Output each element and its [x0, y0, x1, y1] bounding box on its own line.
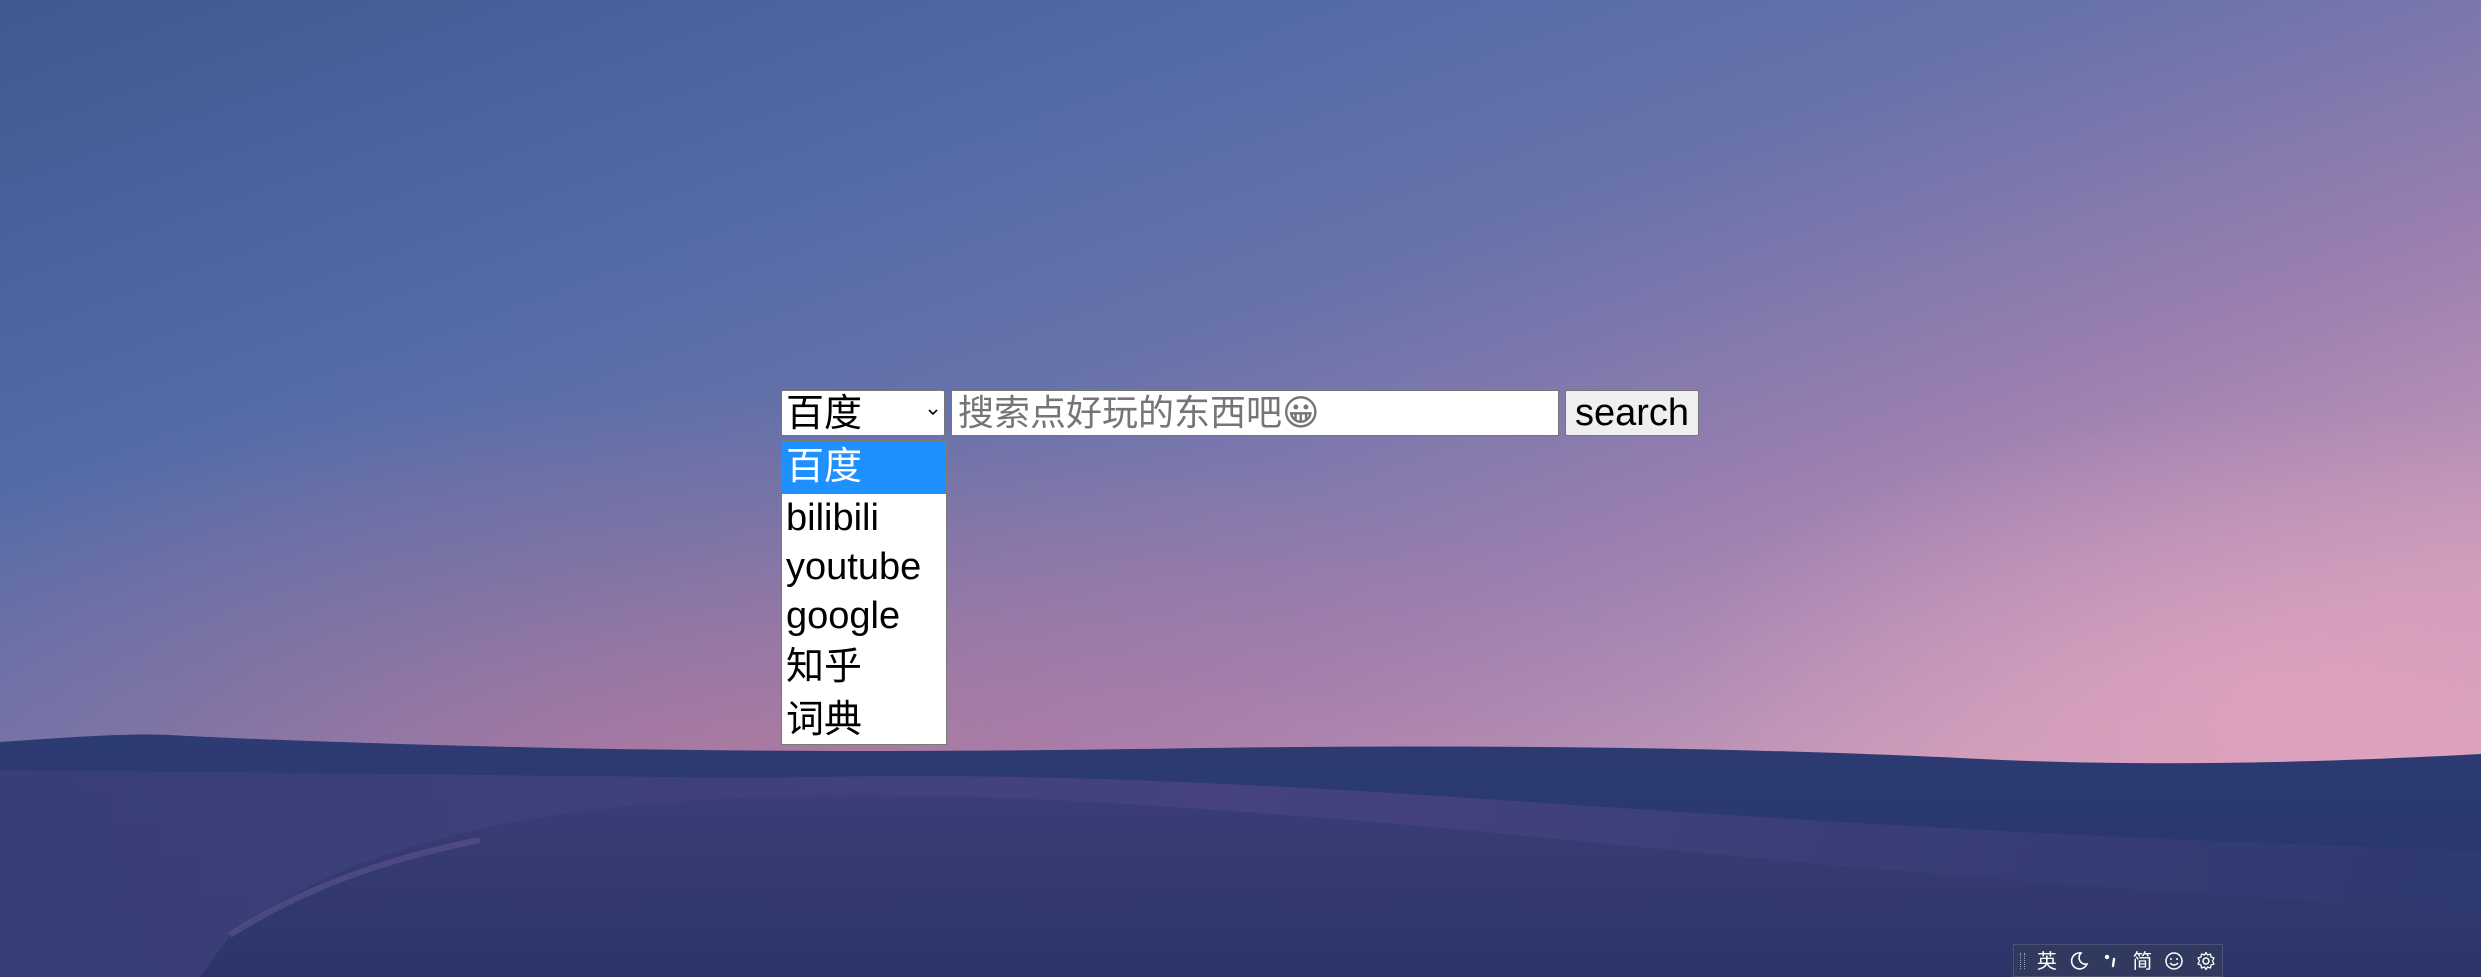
engine-option-bilibili[interactable]: bilibili — [782, 494, 946, 543]
settings-icon[interactable] — [2190, 945, 2222, 976]
selected-engine-label: 百度 — [786, 393, 863, 435]
search-engine-dropdown: 百度 bilibili youtube google 知乎 词典 — [781, 440, 947, 745]
search-engine-select[interactable]: 百度 — [781, 390, 945, 436]
drag-handle[interactable] — [2020, 952, 2025, 969]
ime-toolbar: 英 简 — [2013, 944, 2223, 977]
desert-dunes — [0, 734, 2481, 977]
engine-option-baidu[interactable]: 百度 — [782, 441, 946, 494]
ime-mode-label: 英 — [2036, 948, 2057, 973]
moon-icon[interactable] — [2063, 945, 2095, 976]
ime-mode-toggle[interactable]: 英 — [2031, 945, 2063, 976]
ime-script-toggle[interactable]: 简 — [2126, 945, 2158, 976]
search-button[interactable]: search — [1565, 390, 1699, 436]
emoji-icon[interactable] — [2158, 945, 2190, 976]
punctuation-icon[interactable] — [2095, 945, 2127, 976]
search-input[interactable] — [952, 391, 1558, 435]
engine-option-zhihu[interactable]: 知乎 — [782, 641, 946, 694]
search-input-container — [951, 390, 1559, 436]
chevron-down-icon — [928, 409, 938, 416]
engine-option-dictionary[interactable]: 词典 — [782, 694, 946, 747]
engine-option-google[interactable]: google — [782, 592, 946, 641]
engine-option-youtube[interactable]: youtube — [782, 543, 946, 592]
ime-script-label: 简 — [2132, 948, 2153, 973]
desktop-wallpaper: 百度 search 百度 bilibili youtube google 知乎 … — [0, 0, 2481, 977]
